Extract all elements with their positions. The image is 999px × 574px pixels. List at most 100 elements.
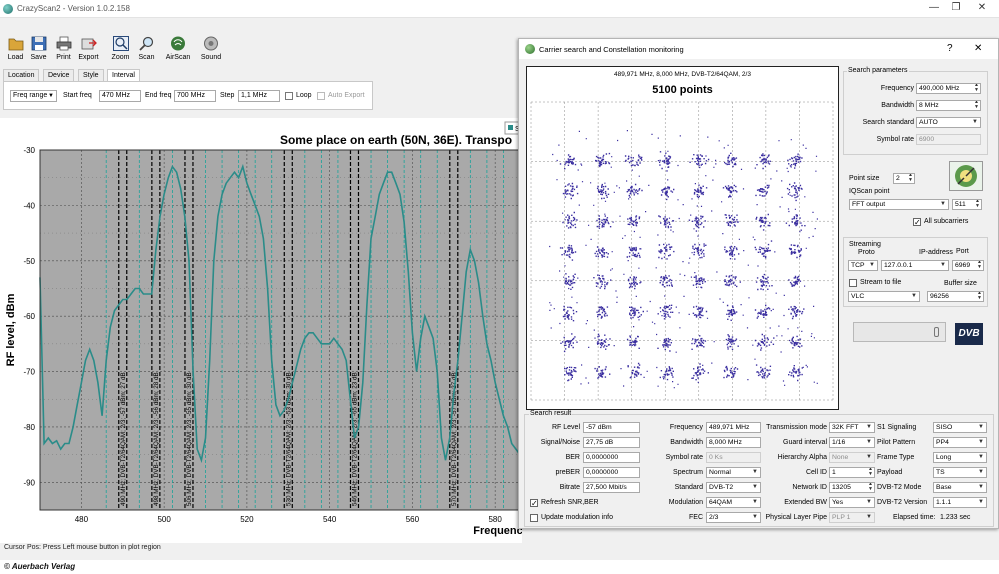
spectrum-plot[interactable]: Some place on earth (50N, 36E). Transpo -… [0,118,522,543]
search-symrate-label: Symbol rate [876,136,914,143]
end-freq-input[interactable]: 700 MHz [174,90,216,102]
spectrum-select[interactable]: Normal ▼ [706,467,761,478]
sound-button[interactable]: Sound [198,35,224,65]
search-symrate-input[interactable]: 6900 [916,134,981,145]
constellation-points-count: 5100 points [652,84,713,96]
all-subcarriers-label: All subcarriers [924,218,969,225]
result-bandwidth-field: 8,000 MHz [706,437,761,448]
minimize-button[interactable]: — [927,2,941,13]
proto-select[interactable]: TCP ▼ [848,260,878,271]
cell-id-input[interactable]: 1 ▲ ▼ [829,467,875,478]
update-modulation-label: Update modulation info [541,514,613,521]
app-icon [3,4,13,14]
spectrum-chart-svg[interactable]: Some place on earth (50N, 36E). Transpo -… [0,118,522,543]
modulation-select[interactable]: 64QAM ▼ [706,497,761,508]
constellation-plot[interactable] [527,100,837,405]
payload-select[interactable]: TS ▼ [933,467,987,478]
port-input[interactable]: 6969 ▲ ▼ [952,260,984,271]
auto-export-checkbox[interactable] [317,92,325,100]
start-freq-input[interactable]: 470 MHz [99,90,141,102]
carrier-marker-label: 498 MHz; DVB-T2/64QAM; 2/3; -56 dBm; 28 … [153,372,160,506]
result-symrate-field: 0 Ks [706,452,761,463]
frame-type-select[interactable]: Long ▼ [933,452,987,463]
iqscan-image-button[interactable] [949,161,983,191]
hierarchy-value: None [832,454,849,461]
load-button[interactable]: Load [4,35,27,65]
chevron-down-icon: ▼ [978,424,984,430]
update-modulation-checkbox[interactable] [530,514,538,522]
plp-select[interactable]: PLP 1 ▼ [829,512,875,523]
tab-device[interactable]: Device [43,69,75,81]
all-subcarriers-checkbox[interactable]: ✓ [913,218,921,227]
refresh-snr-ber-checkbox[interactable]: ✓ [530,499,538,508]
fec-select[interactable]: 2/3 ▼ [706,512,761,523]
step-value: 1,1 MHz [241,92,268,99]
extended-bw-select[interactable]: Yes ▼ [829,497,875,508]
dialog-close-button[interactable]: ✕ [974,43,982,54]
tx-mode-select[interactable]: 32K FFT ▼ [829,422,875,433]
print-button[interactable]: Print [52,35,75,65]
iqscan-point-select[interactable]: FFT output ▼ [849,199,949,210]
modulation-label: Modulation [668,499,703,506]
scan-button[interactable]: Scan [135,35,158,65]
ip-address-select[interactable]: 127.0.0.1 ▼ [881,260,949,271]
preber-label: preBER [555,469,580,476]
s1-signaling-select[interactable]: SISO ▼ [933,422,987,433]
floppy-icon [31,36,46,51]
zoom-button[interactable]: Zoom [109,35,132,65]
iqscan-n-input[interactable]: 511 ▲ ▼ [952,199,982,210]
point-size-input[interactable]: 2 ▲ ▼ [893,173,915,184]
network-id-input[interactable]: 13205 ▲ ▼ [829,482,875,493]
pilot-pattern-select[interactable]: PP4 ▼ [933,437,987,448]
search-frequency-input[interactable]: 490,000 MHz ▲ ▼ [916,83,981,94]
t2-version-select[interactable]: 1.1.1 ▼ [933,497,987,508]
streaming-group: Streaming Proto IP-address Port TCP ▼ 127… [843,237,988,307]
refresh-snr-ber-label: Refresh SNR,BER [541,499,599,506]
range-mode-select[interactable]: Freq range ▼ [10,90,57,102]
close-window-button[interactable]: ✕ [975,2,989,13]
airscan-button[interactable]: AirScan [165,35,191,65]
search-standard-select[interactable]: AUTO ▼ [916,117,981,128]
chevron-down-icon: ▼ [866,514,872,520]
hierarchy-select[interactable]: None ▼ [829,452,875,463]
step-input[interactable]: 1,1 MHz [238,90,280,102]
chevron-down-icon: ▼ [752,499,758,505]
x-tick-label: 540 [323,515,337,524]
rf-level-field: -57 dBm [583,422,640,433]
lock-indicator-icon [934,327,939,337]
preber-field: 0,0000000 [583,467,640,478]
player-value: VLC [851,293,865,300]
standard-select[interactable]: DVB-T2 ▼ [706,482,761,493]
export-button[interactable]: Export [77,35,100,65]
dvb-logo: DVB [955,323,983,345]
loop-checkbox[interactable] [285,92,293,100]
tab-style[interactable]: Style [78,69,104,81]
buffer-size-input[interactable]: 96256 ▲ ▼ [927,291,984,302]
zoom-icon [112,36,129,51]
hierarchy-label: Hierarchy Alpha [777,454,827,461]
magnifier-icon [138,36,153,51]
t2-mode-label: DVB-T2 Mode [877,484,922,491]
scan-label: Scan [138,54,155,61]
t2-mode-select[interactable]: Base ▼ [933,482,987,493]
buffer-size-label: Buffer size [944,280,977,287]
stream-to-file-checkbox[interactable] [849,279,857,287]
search-standard-label: Search standard [862,119,914,126]
snr-field: 27,75 dB [583,437,640,448]
player-select[interactable]: VLC ▼ [848,291,920,302]
plot-area[interactable] [40,150,520,510]
tab-location[interactable]: Location [3,69,40,81]
export-label: Export [78,54,99,61]
cell-id-value: 1 [832,469,836,476]
search-bandwidth-input[interactable]: 8 MHz ▲ ▼ [916,100,981,111]
guard-interval-select[interactable]: 1/16 ▼ [829,437,875,448]
stream-to-file-label: Stream to file [860,279,902,286]
search-bandwidth-value: 8 MHz [919,102,939,109]
carrier-marker-label: 530 MHz; DVB-T2/64QAM; 2/3; -53 dBm; 30 … [285,372,292,506]
save-button[interactable]: Save [27,35,50,65]
maximize-button[interactable]: ❐ [949,2,963,13]
satellite-dish-icon [955,165,977,187]
fec-value: 2/3 [709,514,719,521]
help-button[interactable]: ? [947,43,953,54]
port-label: Port [956,248,969,255]
